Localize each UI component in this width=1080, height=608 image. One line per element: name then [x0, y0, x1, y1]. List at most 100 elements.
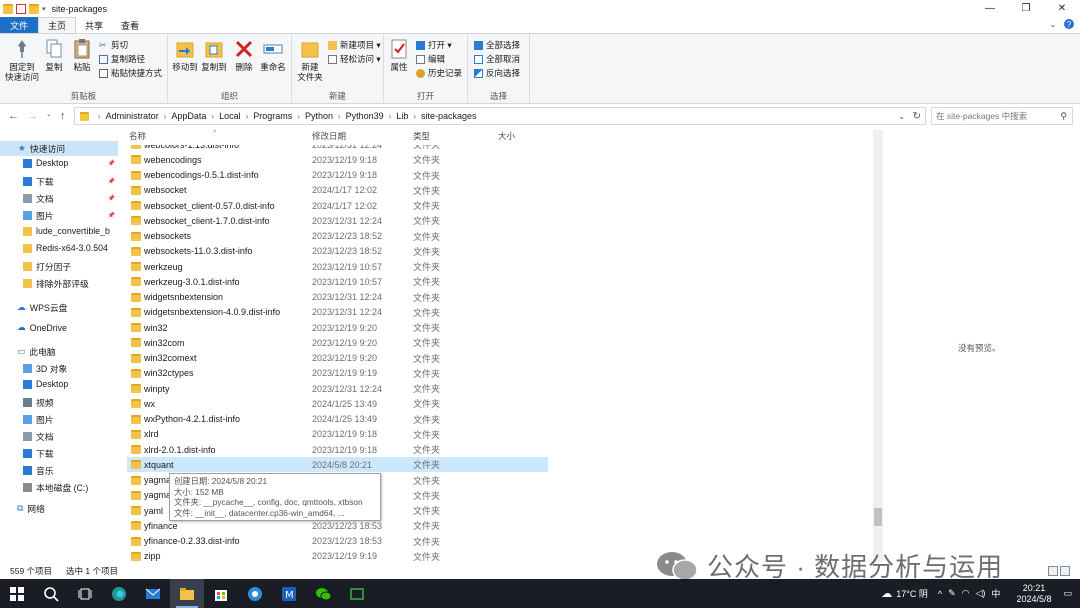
nav-pc-item[interactable]: Desktop: [23, 379, 68, 389]
file-row[interactable]: zipp 2023/12/19 9:19 文件夹: [127, 549, 548, 563]
breadcrumb-item[interactable]: Programs: [253, 111, 292, 121]
nav-quick-item[interactable]: 打分因子: [23, 260, 115, 273]
properties-button[interactable]: 属性: [387, 38, 411, 72]
file-row[interactable]: win32ctypes 2023/12/19 9:19 文件夹: [127, 366, 548, 381]
file-row[interactable]: wxPython-4.2.1.dist-info 2024/1/25 13:49 文…: [127, 412, 548, 427]
back-icon[interactable]: ←: [8, 110, 19, 122]
file-row[interactable]: webcolors-1.13.dist-info 2023/12/31 12:24…: [127, 145, 548, 152]
nav-quick-item[interactable]: 文档 📌: [23, 192, 115, 205]
checkbox-properties-icon[interactable]: [16, 3, 26, 14]
file-row[interactable]: win32 2023/12/19 9:20 文件夹: [127, 320, 548, 335]
details-view-icon[interactable]: [1048, 566, 1058, 576]
chevron-right-icon[interactable]: ›: [297, 112, 300, 121]
app-taskbar-button[interactable]: [238, 579, 272, 608]
nav-wps[interactable]: ☁ WPS云盘: [17, 301, 67, 314]
nav-quick-item[interactable]: Redis-x64-3.0.504: [23, 243, 115, 253]
cut-button[interactable]: ✂ 剪切: [99, 39, 128, 51]
file-list-scrollbar[interactable]: [873, 130, 883, 562]
file-row[interactable]: widgetsnbextension 2023/12/31 12:24 文件夹: [127, 290, 548, 305]
refresh-icon[interactable]: ↻: [913, 111, 921, 122]
breadcrumb-item[interactable]: site-packages: [421, 111, 477, 121]
chevron-up-icon[interactable]: ^: [938, 589, 942, 599]
chevron-down-icon[interactable]: ⌄: [1048, 19, 1058, 29]
weather-widget[interactable]: ☁ 17°C 阴: [881, 587, 928, 600]
notification-icon[interactable]: ▭: [1063, 588, 1072, 599]
nav-pc-item[interactable]: 视频: [23, 396, 54, 409]
start-button[interactable]: [0, 579, 34, 608]
edge-taskbar-button[interactable]: [102, 579, 136, 608]
nav-this-pc[interactable]: ▭ 此电脑: [17, 345, 56, 358]
task-view-button[interactable]: [68, 579, 102, 608]
open-button[interactable]: 打开 ▾: [416, 39, 452, 51]
tab-home[interactable]: 主页: [38, 17, 77, 33]
file-row[interactable]: webencodings 2023/12/19 9:18 文件夹: [127, 152, 548, 167]
breadcrumb-item[interactable]: Local: [219, 111, 241, 121]
file-row[interactable]: win32com 2023/12/19 9:20 文件夹: [127, 335, 548, 350]
chevron-right-icon[interactable]: ›: [338, 112, 341, 121]
column-name[interactable]: 名称: [129, 130, 146, 145]
delete-button[interactable]: 删除: [232, 38, 256, 72]
tab-view[interactable]: 查看: [112, 17, 148, 33]
column-date[interactable]: 修改日期: [312, 130, 346, 145]
invert-selection-button[interactable]: 反向选择: [474, 67, 520, 79]
chevron-down-icon[interactable]: ⌄: [898, 112, 905, 121]
scrollbar-thumb[interactable]: [874, 508, 882, 526]
file-row[interactable]: websockets 2023/12/23 18:52 文件夹: [127, 229, 548, 244]
file-row[interactable]: websocket 2024/1/17 12:02 文件夹: [127, 183, 548, 198]
breadcrumb-item[interactable]: Administrator: [106, 111, 159, 121]
nav-pc-item[interactable]: 音乐: [23, 464, 54, 477]
nav-pc-item[interactable]: 本地磁盘 (C:): [23, 481, 88, 494]
edit-button[interactable]: 编辑: [416, 53, 445, 65]
volume-icon[interactable]: ◁): [976, 588, 986, 599]
large-icons-view-icon[interactable]: [1060, 566, 1070, 576]
chevron-right-icon[interactable]: ›: [98, 112, 101, 121]
file-row[interactable]: wx 2024/1/25 13:49 文件夹: [127, 396, 548, 411]
nav-quick-item[interactable]: lude_convertible_b: [23, 226, 115, 236]
mail-taskbar-button[interactable]: [136, 579, 170, 608]
chevron-right-icon[interactable]: ›: [413, 112, 416, 121]
clock[interactable]: 20:21 2024/5/8: [1016, 583, 1051, 605]
file-row[interactable]: win32comext 2023/12/19 9:20 文件夹: [127, 351, 548, 366]
chevron-right-icon[interactable]: ›: [164, 112, 167, 121]
chevron-down-icon[interactable]: ▾: [42, 5, 46, 13]
file-row[interactable]: winpty 2023/12/31 12:24 文件夹: [127, 381, 548, 396]
file-row[interactable]: xlrd-2.0.1.dist-info 2023/12/19 9:18 文件夹: [127, 442, 548, 457]
address-field[interactable]: › Administrator › AppData › Local › Programs › P…: [74, 107, 926, 125]
file-row[interactable]: widgetsnbextension-4.0.9.dist-info 2023/1…: [127, 305, 548, 320]
column-type[interactable]: 类型: [413, 130, 430, 145]
nav-network[interactable]: ⧉ 网络: [17, 502, 45, 515]
file-row[interactable]: webencodings-0.5.1.dist-info 2023/12/19 9…: [127, 168, 548, 183]
pin-quick-access-button[interactable]: 固定到 快速访问: [4, 38, 40, 82]
ime-indicator[interactable]: 中: [991, 587, 1000, 600]
new-folder-icon[interactable]: [29, 3, 39, 14]
trading-app-taskbar-button[interactable]: M: [272, 579, 306, 608]
nav-quick-access[interactable]: ★ 快速访问: [0, 141, 118, 156]
breadcrumb-item[interactable]: Lib: [396, 111, 408, 121]
file-row[interactable]: yfinance-0.2.33.dist-info 2023/12/23 18:5…: [127, 534, 548, 549]
easy-access-button[interactable]: 轻松访问 ▾: [328, 53, 381, 65]
paste-button[interactable]: 粘贴: [70, 38, 94, 72]
chevron-right-icon[interactable]: ›: [211, 112, 214, 121]
file-row[interactable]: werkzeug-3.0.1.dist-info 2023/12/19 10:57…: [127, 274, 548, 289]
nav-onedrive[interactable]: ☁ OneDrive: [17, 322, 67, 333]
up-icon[interactable]: ↑: [60, 110, 66, 122]
terminal-taskbar-button[interactable]: [340, 579, 374, 608]
breadcrumb-item[interactable]: Python: [305, 111, 333, 121]
copy-button[interactable]: 复制: [43, 38, 65, 72]
maximize-button[interactable]: ❐: [1008, 0, 1044, 17]
select-all-button[interactable]: 全部选择: [474, 39, 520, 51]
store-taskbar-button[interactable]: [204, 579, 238, 608]
pen-icon[interactable]: ✎: [948, 588, 956, 599]
help-icon[interactable]: ?: [1064, 19, 1074, 29]
nav-pc-item[interactable]: 图片: [23, 413, 54, 426]
chevron-right-icon[interactable]: ›: [246, 112, 249, 121]
move-to-button[interactable]: 移动到: [170, 38, 200, 72]
rename-button[interactable]: 重命名: [258, 38, 288, 72]
nav-quick-item[interactable]: 排除外部评级: [23, 277, 115, 290]
nav-pc-item[interactable]: 文档: [23, 430, 54, 443]
copy-to-button[interactable]: 复制到: [199, 38, 229, 72]
file-row[interactable]: websockets-11.0.3.dist-info 2023/12/23 18…: [127, 244, 548, 259]
file-explorer-taskbar-button[interactable]: [170, 579, 204, 608]
breadcrumb-item[interactable]: Python39: [346, 111, 384, 121]
file-row[interactable]: xlrd 2023/12/19 9:18 文件夹: [127, 427, 548, 442]
